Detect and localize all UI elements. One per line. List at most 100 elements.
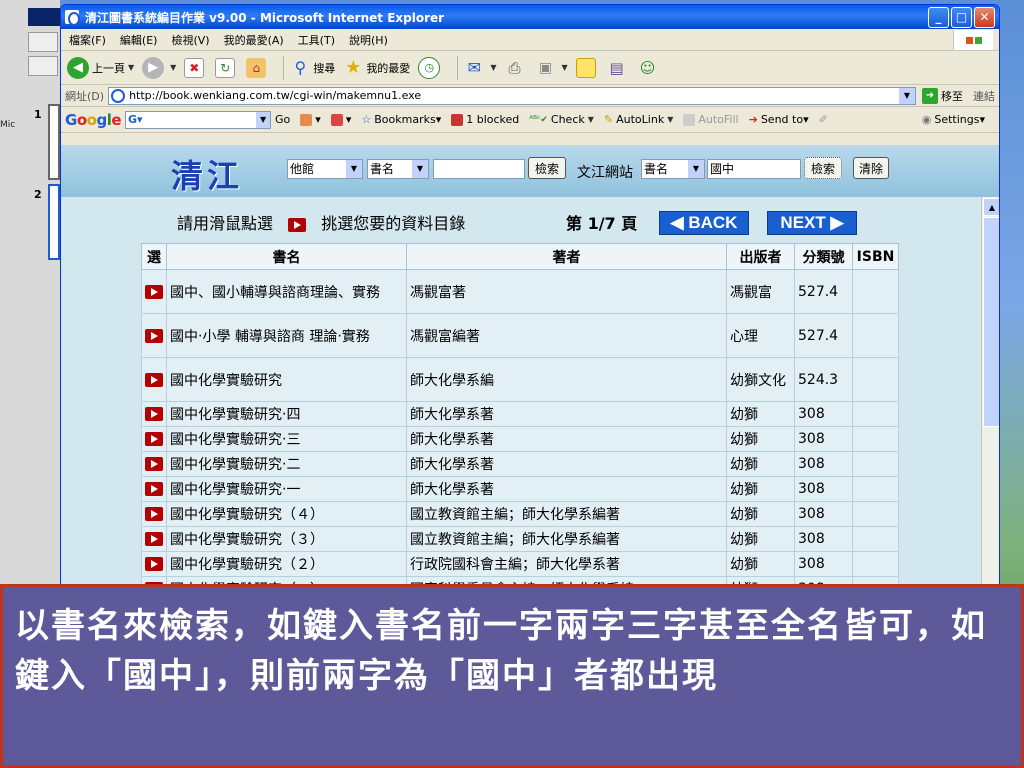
note-icon bbox=[575, 57, 596, 78]
row-select-cell[interactable] bbox=[141, 451, 167, 477]
go-label: 移至 bbox=[941, 89, 963, 103]
chevron-down-icon[interactable]: ▼ bbox=[561, 63, 567, 72]
site-search-button[interactable]: 檢索 bbox=[804, 157, 842, 179]
chevron-down-icon[interactable]: ▼ bbox=[899, 87, 915, 104]
select-arrow-icon[interactable] bbox=[145, 372, 163, 387]
highlight-button[interactable]: ✐ bbox=[819, 113, 828, 126]
search-button[interactable]: ⚲ 搜尋 bbox=[290, 58, 335, 78]
edit-button[interactable]: ▣ ▼ bbox=[535, 58, 568, 78]
select-arrow-icon[interactable] bbox=[145, 432, 163, 446]
next-page-button[interactable]: NEXT ▶ bbox=[767, 211, 857, 235]
menu-bar: 檔案(F) 編輯(E) 檢視(V) 我的最愛(A) 工具(T) 說明(H) bbox=[61, 29, 999, 51]
blocked-label: 1 blocked bbox=[466, 113, 520, 126]
chevron-down-icon[interactable]: ▼ bbox=[667, 115, 673, 124]
messenger-button[interactable]: ☺ bbox=[638, 58, 661, 78]
site-field-select[interactable]: 書名 ▼ bbox=[641, 159, 705, 179]
row-select-cell[interactable] bbox=[141, 526, 167, 552]
cell-author: 師大化學系著 bbox=[406, 476, 727, 502]
ppt-toolbar-button[interactable] bbox=[28, 32, 58, 52]
row-select-cell[interactable] bbox=[141, 476, 167, 502]
scroll-up-icon[interactable]: ▲ bbox=[983, 198, 999, 216]
autofill-button[interactable]: AutoFill bbox=[683, 113, 739, 126]
chevron-down-icon[interactable]: ▼ bbox=[588, 115, 594, 124]
menu-file[interactable]: 檔案(F) bbox=[69, 32, 106, 48]
address-url: http://book.wenkiang.com.tw/cgi-win/make… bbox=[129, 89, 422, 102]
google-search-input[interactable]: G▾ ▼ bbox=[125, 110, 272, 129]
vertical-scrollbar[interactable]: ▲ bbox=[981, 197, 999, 603]
settings-button[interactable]: ◉ Settings▾ bbox=[922, 113, 985, 126]
search-button[interactable]: 檢索 bbox=[528, 157, 566, 179]
go-arrow-icon: ➜ bbox=[922, 87, 938, 104]
row-select-cell[interactable] bbox=[141, 551, 167, 577]
row-select-cell[interactable] bbox=[141, 501, 167, 527]
go-button[interactable]: ➜ 移至 bbox=[922, 87, 963, 104]
back-button[interactable]: ◀ 上一頁 ▼ bbox=[67, 56, 134, 79]
stop-icon: ✖ bbox=[184, 57, 205, 78]
print-button[interactable]: ⎙ bbox=[504, 58, 527, 78]
select-arrow-icon[interactable] bbox=[145, 457, 163, 471]
library-scope-select[interactable]: 他館 ▼ bbox=[287, 159, 363, 179]
sendto-button[interactable]: ➔ Send to▾ bbox=[749, 113, 809, 126]
select-arrow-icon[interactable] bbox=[145, 328, 163, 343]
row-select-cell[interactable] bbox=[141, 357, 167, 402]
ppt-slide-thumbnail-selected[interactable] bbox=[48, 184, 60, 260]
cell-class: 308 bbox=[794, 501, 853, 527]
spellcheck-button[interactable]: ᴬᴮᶜ✔ Check ▼ bbox=[529, 113, 594, 126]
select-arrow-icon[interactable] bbox=[145, 407, 163, 421]
back-page-button[interactable]: ◀ BACK bbox=[659, 211, 749, 235]
menu-tools[interactable]: 工具(T) bbox=[298, 32, 335, 48]
home-button[interactable]: ⌂ bbox=[246, 57, 269, 78]
links-button[interactable]: 連結 bbox=[973, 88, 995, 104]
maximize-button[interactable]: □ bbox=[951, 6, 972, 28]
row-select-cell[interactable] bbox=[141, 313, 167, 358]
bookmarks-button[interactable]: ☆ Bookmarks▾ bbox=[361, 113, 441, 126]
clear-button[interactable]: 清除 bbox=[853, 157, 889, 179]
menu-edit[interactable]: 編輯(E) bbox=[120, 32, 158, 48]
google-go-button[interactable]: Go bbox=[275, 113, 290, 126]
mail-button[interactable]: ✉ ▼ bbox=[464, 58, 497, 78]
history-button[interactable]: ◷ bbox=[418, 56, 443, 79]
cell-publisher: 幼獅 bbox=[726, 551, 795, 577]
search-field-select[interactable]: 書名 ▼ bbox=[367, 159, 429, 179]
chevron-down-icon[interactable]: ▼ bbox=[490, 63, 496, 72]
ppt-slide-thumbnail[interactable] bbox=[48, 104, 60, 180]
select-arrow-icon[interactable] bbox=[145, 507, 163, 521]
ie-titlebar[interactable]: 清江圖書系統編目作業 v9.00 - Microsoft Internet Ex… bbox=[61, 5, 999, 29]
ppt-toolbar-button[interactable] bbox=[28, 56, 58, 76]
stop-button[interactable]: ✖ bbox=[184, 57, 207, 78]
row-select-cell[interactable] bbox=[141, 426, 167, 452]
select-arrow-icon[interactable] bbox=[145, 284, 163, 299]
cell-author: 師大化學系編 bbox=[406, 357, 727, 402]
row-select-cell[interactable] bbox=[141, 401, 167, 427]
table-row: 國中化學實驗研究‧二 師大化學系著 幼獅 308 bbox=[141, 451, 899, 477]
chevron-down-icon[interactable]: ▼ bbox=[256, 111, 271, 128]
popup-blocked-button[interactable]: 1 blocked bbox=[451, 113, 519, 126]
select-arrow-icon[interactable] bbox=[145, 532, 163, 546]
autolink-label: AutoLink bbox=[616, 113, 665, 126]
menu-help[interactable]: 說明(H) bbox=[349, 32, 388, 48]
instruction-suffix: 挑選您要的資料目錄 bbox=[321, 214, 466, 233]
google-news-button[interactable]: ▾ bbox=[330, 113, 351, 126]
row-select-cell[interactable] bbox=[141, 269, 167, 314]
research-button[interactable]: ▤ bbox=[607, 58, 630, 78]
forward-button[interactable]: ▶ ▼ bbox=[142, 56, 176, 79]
google-options-button[interactable]: ▾ bbox=[300, 113, 321, 126]
menu-view[interactable]: 檢視(V) bbox=[171, 32, 209, 48]
refresh-button[interactable]: ↻ bbox=[215, 57, 238, 78]
select-arrow-icon[interactable] bbox=[145, 557, 163, 571]
minimize-button[interactable]: _ bbox=[928, 6, 949, 28]
autolink-button[interactable]: ✎ AutoLink ▼ bbox=[604, 113, 673, 126]
select-arrow-icon[interactable] bbox=[145, 482, 163, 496]
close-button[interactable]: ✕ bbox=[974, 6, 995, 28]
chevron-down-icon[interactable]: ▼ bbox=[128, 63, 134, 72]
search-input[interactable] bbox=[433, 159, 525, 179]
discuss-button[interactable] bbox=[575, 57, 599, 78]
menu-favorites[interactable]: 我的最愛(A) bbox=[224, 32, 284, 48]
ppt-slide-number: 2 bbox=[34, 188, 42, 201]
site-search-input[interactable]: 國中 bbox=[707, 159, 801, 179]
address-input[interactable]: http://book.wenkiang.com.tw/cgi-win/make… bbox=[108, 86, 916, 105]
slide-caption-text: 以書名來檢索，如鍵入書名前一字兩字三字甚至全名皆可，如鍵入「國中」，則前兩字為「… bbox=[15, 606, 987, 696]
scroll-thumb[interactable] bbox=[983, 217, 999, 427]
chevron-down-icon[interactable]: ▼ bbox=[170, 63, 176, 72]
favorites-button[interactable]: ★ 我的最愛 bbox=[343, 57, 410, 78]
